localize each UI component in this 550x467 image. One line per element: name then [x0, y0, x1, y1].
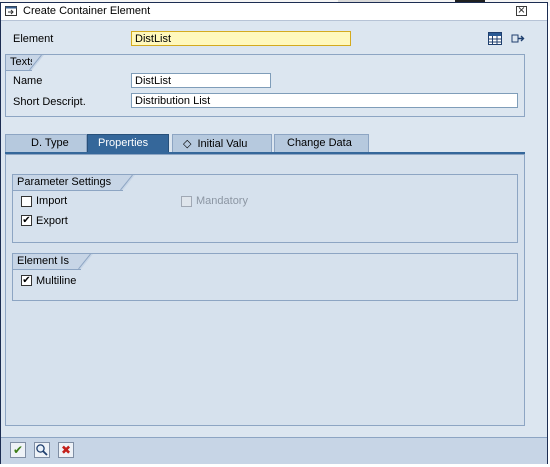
parameter-settings-title: Parameter Settings: [13, 174, 135, 191]
short-description-input[interactable]: Distribution List: [131, 93, 518, 108]
dialog-window-icon: [5, 6, 17, 16]
short-description-label: Short Descript.: [13, 96, 86, 108]
create-container-element-dialog: Create Container Element × Element DistL…: [0, 2, 548, 464]
parameter-settings-group: Parameter Settings: [12, 174, 518, 243]
mandatory-label: Mandatory: [196, 195, 248, 207]
tab-initial-value[interactable]: ◇ Initial Valu: [172, 134, 272, 152]
tab-initial-value-label: Initial Valu: [197, 138, 248, 150]
import-checkbox[interactable]: [21, 196, 32, 207]
multiline-checkbox[interactable]: ✔: [21, 275, 32, 286]
diamond-icon: ◇: [183, 137, 192, 150]
cancel-button[interactable]: ✖: [58, 442, 74, 458]
mandatory-checkbox: [181, 196, 192, 207]
cancel-icon: ✖: [60, 443, 72, 457]
tab-d-type-label: D. Type: [31, 137, 69, 149]
element-is-title: Element Is: [13, 253, 93, 270]
dialog-titlebar: Create Container Element ×: [1, 3, 547, 21]
arrow-right-icon[interactable]: [511, 33, 525, 44]
tab-change-data-label: Change Data: [287, 137, 352, 149]
import-label: Import: [36, 195, 68, 207]
multiline-label: Multiline: [36, 275, 77, 287]
close-button[interactable]: ×: [516, 6, 527, 16]
tab-properties[interactable]: Properties: [87, 134, 169, 152]
export-checkbox[interactable]: ✔: [21, 215, 32, 226]
dialog-title: Create Container Element: [23, 5, 151, 17]
dialog-button-bar: ✔ ✖: [1, 437, 547, 464]
continue-button[interactable]: ✔: [10, 442, 26, 458]
name-input[interactable]: DistList: [131, 73, 271, 88]
parameter-settings-title-text: Parameter Settings: [17, 176, 112, 188]
tab-d-type[interactable]: D. Type: [5, 134, 87, 152]
export-label: Export: [36, 215, 68, 227]
element-input[interactable]: DistList: [131, 31, 351, 46]
tab-change-data[interactable]: Change Data: [274, 134, 369, 152]
tab-properties-label: Properties: [98, 137, 149, 149]
grid-icon[interactable]: [488, 32, 502, 45]
texts-group-title: Texts: [6, 54, 44, 71]
name-label: Name: [13, 75, 43, 87]
element-label: Element: [13, 33, 54, 45]
element-is-title-text: Element Is: [17, 255, 69, 267]
check-icon: ✔: [12, 443, 24, 457]
search-button[interactable]: [34, 442, 50, 458]
element-is-group: Element Is: [12, 253, 518, 301]
magnifier-icon: [36, 444, 48, 456]
